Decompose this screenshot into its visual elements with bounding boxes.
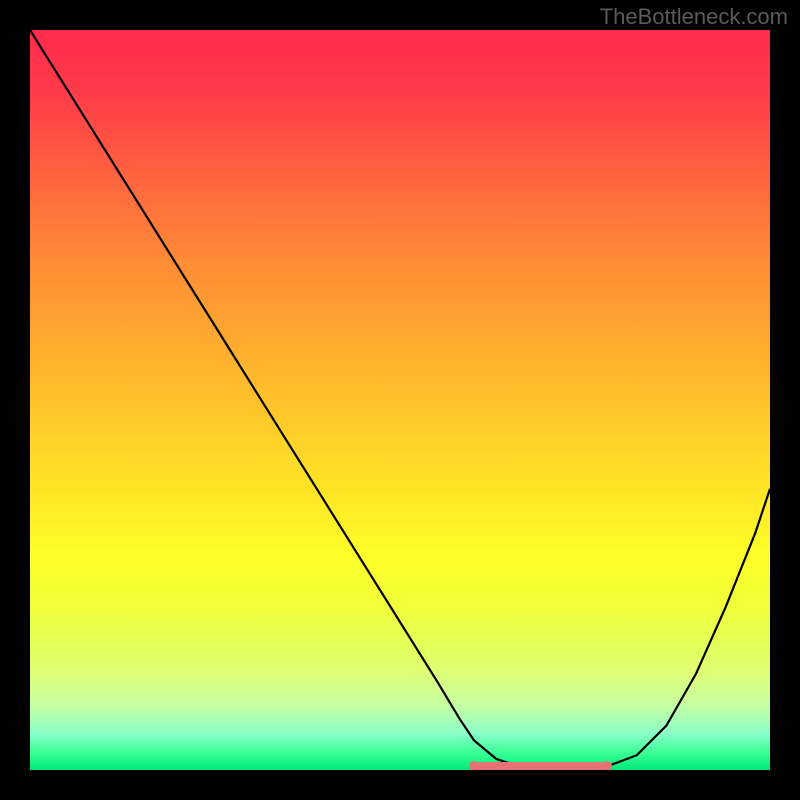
optimal-range-band [474, 762, 607, 770]
optimal-range-end-dot [602, 761, 612, 770]
optimal-range-start-dot [469, 761, 479, 770]
bottleneck-curve [30, 30, 770, 770]
chart-plot-area [30, 30, 770, 770]
watermark-text: TheBottleneck.com [600, 4, 788, 30]
